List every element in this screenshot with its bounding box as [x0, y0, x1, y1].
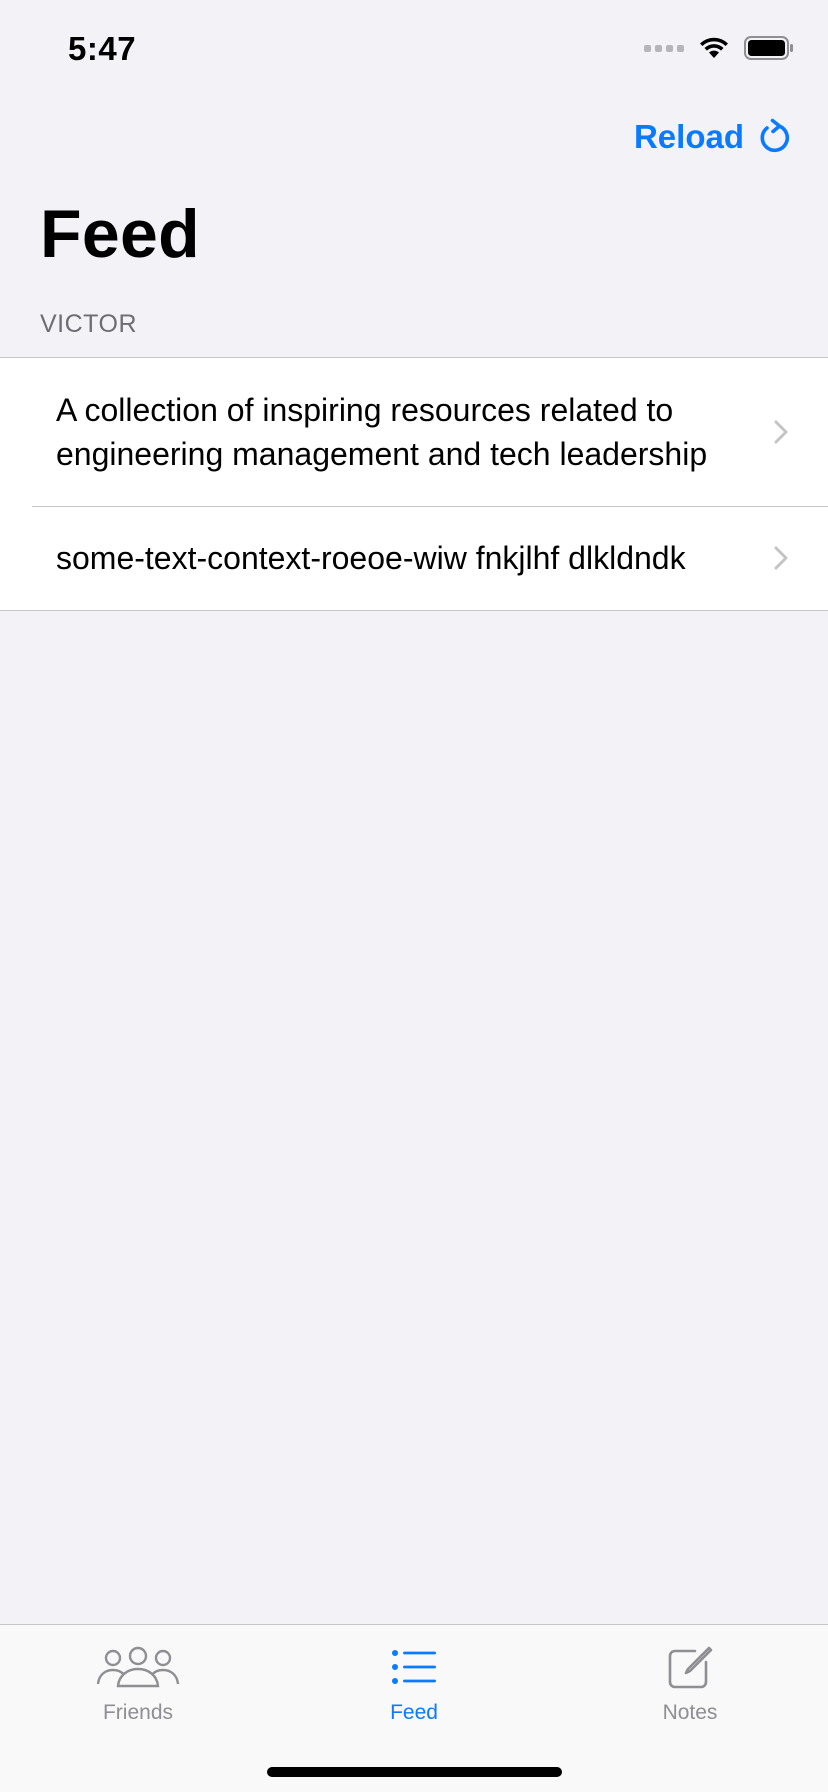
- status-time: 5:47: [68, 30, 137, 67]
- chevron-right-icon: [774, 420, 788, 444]
- feed-list-icon: [392, 1650, 436, 1684]
- tab-friends[interactable]: Friends: [0, 1625, 276, 1735]
- reload-icon: [760, 118, 790, 153]
- reload-button[interactable]: Reload: [634, 118, 792, 156]
- section-header: VICTOR: [40, 310, 137, 338]
- list-item-label: A collection of inspiring resources rela…: [56, 392, 708, 472]
- wifi-icon: [700, 37, 728, 58]
- home-indicator: [267, 1767, 562, 1777]
- status-indicators: [644, 36, 794, 60]
- chevron-right-icon: [774, 546, 788, 570]
- list-item[interactable]: some-text-context-roeoe-wiw fnkjlhf dlkl…: [0, 506, 828, 610]
- battery-icon: [744, 36, 793, 60]
- tab-notes[interactable]: Notes: [552, 1625, 828, 1735]
- feed-list: A collection of inspiring resources rela…: [0, 357, 828, 611]
- reload-label: Reload: [633, 118, 744, 155]
- tab-feed-label: Feed: [390, 1701, 438, 1724]
- app-screen: 5:47 Reload Feed VICTOR A collection of …: [0, 0, 828, 1792]
- tab-friends-label: Friends: [102, 1701, 174, 1724]
- compose-note-icon: [668, 1646, 713, 1689]
- tab-feed[interactable]: Feed: [276, 1625, 552, 1735]
- tab-notes-label: Notes: [662, 1701, 718, 1724]
- friends-icon: [96, 1646, 180, 1688]
- list-item-label: some-text-context-roeoe-wiw fnkjlhf dlkl…: [56, 540, 686, 576]
- page-title: Feed: [40, 196, 200, 272]
- list-item[interactable]: A collection of inspiring resources rela…: [0, 358, 828, 506]
- cellular-signal-icon: [644, 44, 684, 52]
